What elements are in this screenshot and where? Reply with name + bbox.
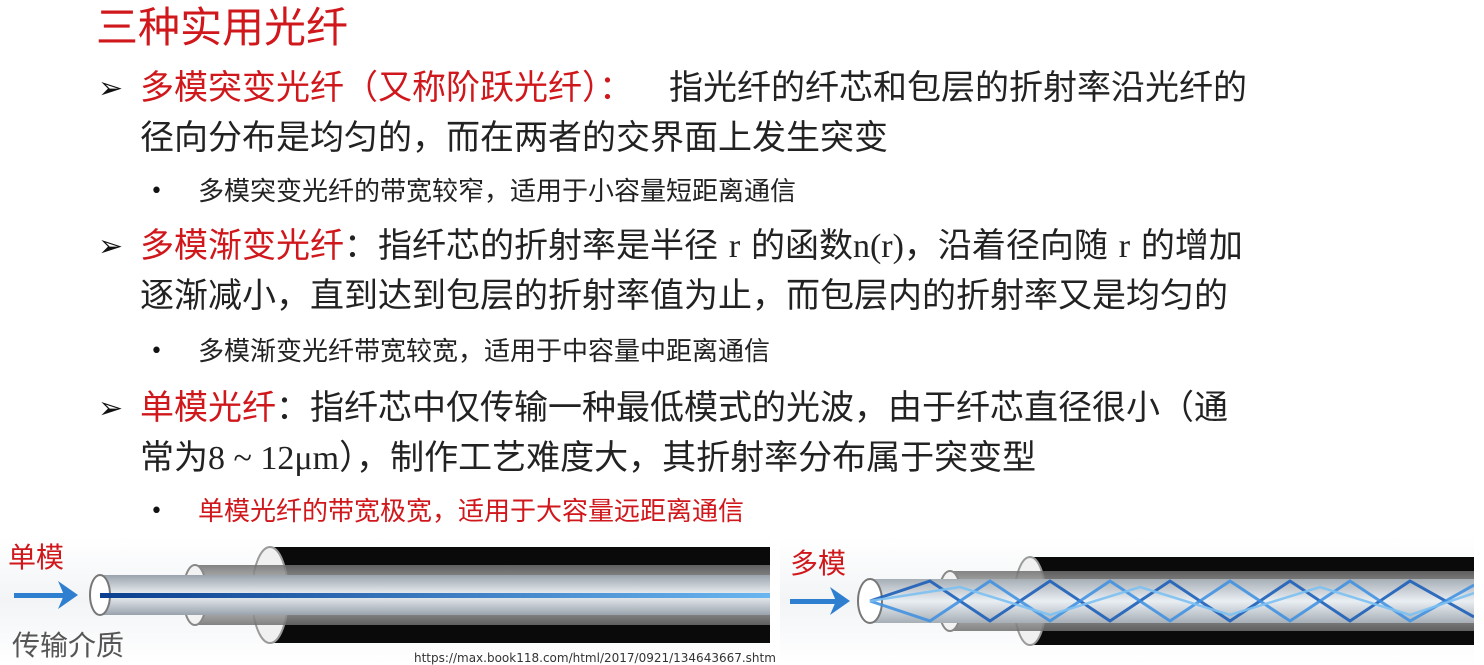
item-1-sub: 多模突变光纤的带宽较窄，适用于小容量短距离通信 — [198, 177, 797, 207]
item-3-text: ：指纤芯中仅传输一种最低模式的光波，由于纤芯直径很小（通 — [276, 388, 1228, 428]
item-1-line-2: 径向分布是均匀的，而在两者的交界面上发生突变 — [140, 118, 888, 158]
multi-mode-figure: 多模 — [780, 537, 1474, 664]
source-url: https://max.book118.com/html/2017/0921/1… — [414, 651, 776, 665]
item-2-line-2: 逐渐减小，直到达到包层的折射率值为止，而包层内的折射率又是均匀的 — [140, 276, 1228, 316]
item-2-text-b: 的函数 — [750, 226, 853, 266]
item-2-var-r: r — [728, 228, 741, 265]
item-2-text-d: 的增加 — [1140, 226, 1243, 266]
item-1-line-1: 多模突变光纤（又称阶跃光纤）： 指光纤的纤芯和包层的折射率沿光纤的 — [140, 64, 1247, 112]
single-mode-label: 单模 — [8, 541, 65, 574]
item-2-line-1: 多模渐变光纤：指纤芯的折射率是半径 r 的函数n(r)，沿着径向随 r 的增加 — [140, 222, 1243, 271]
single-mode-figure: 单模 传输介质 — [0, 537, 770, 664]
arrow-bullet-icon: ➢ — [98, 71, 124, 106]
bullet-dot-icon: • — [150, 339, 163, 364]
item-1-text: 指光纤的纤芯和包层的折射率沿光纤的 — [669, 68, 1247, 108]
item-2-func-n: n(r) — [852, 228, 904, 265]
item-3-sub: 单模光纤的带宽极宽，适用于大容量远距离通信 — [198, 497, 745, 527]
item-3-line-1: 单模光纤：指纤芯中仅传输一种最低模式的光波，由于纤芯直径很小（通 — [140, 384, 1228, 432]
item-2-sub: 多模渐变光纤带宽较宽，适用于中容量中距离通信 — [198, 337, 771, 367]
item-2-heading: 多模渐变光纤 — [140, 226, 344, 266]
multi-mode-fiber-image — [780, 537, 1474, 664]
item-2-text-c: ，沿着径向随 — [903, 226, 1108, 266]
page-title: 三种实用光纤 — [96, 3, 349, 52]
medium-label: 传输介质 — [12, 629, 125, 662]
item-1-heading: 多模突变光纤（又称阶跃光纤）： — [140, 68, 633, 108]
item-2-text-a: ：指纤芯的折射率是半径 — [344, 226, 718, 266]
multi-mode-label: 多模 — [790, 547, 847, 580]
bullet-dot-icon: • — [150, 179, 163, 204]
item-3-line-2: 常为8 ~ 12μm），制作工艺难度大，其折射率分布属于突变型 — [140, 434, 1036, 483]
item-3-diameter: 8 ~ 12μm — [208, 440, 340, 477]
item-3-text-b: ），制作工艺难度大，其折射率分布属于突变型 — [339, 438, 1037, 478]
arrow-bullet-icon: ➢ — [98, 391, 124, 426]
bullet-dot-icon: • — [150, 499, 163, 524]
item-3-text-a: 常为 — [140, 438, 208, 478]
item-2-var-r2: r — [1118, 228, 1131, 265]
arrow-bullet-icon: ➢ — [98, 229, 124, 264]
item-3-heading: 单模光纤 — [140, 388, 276, 428]
